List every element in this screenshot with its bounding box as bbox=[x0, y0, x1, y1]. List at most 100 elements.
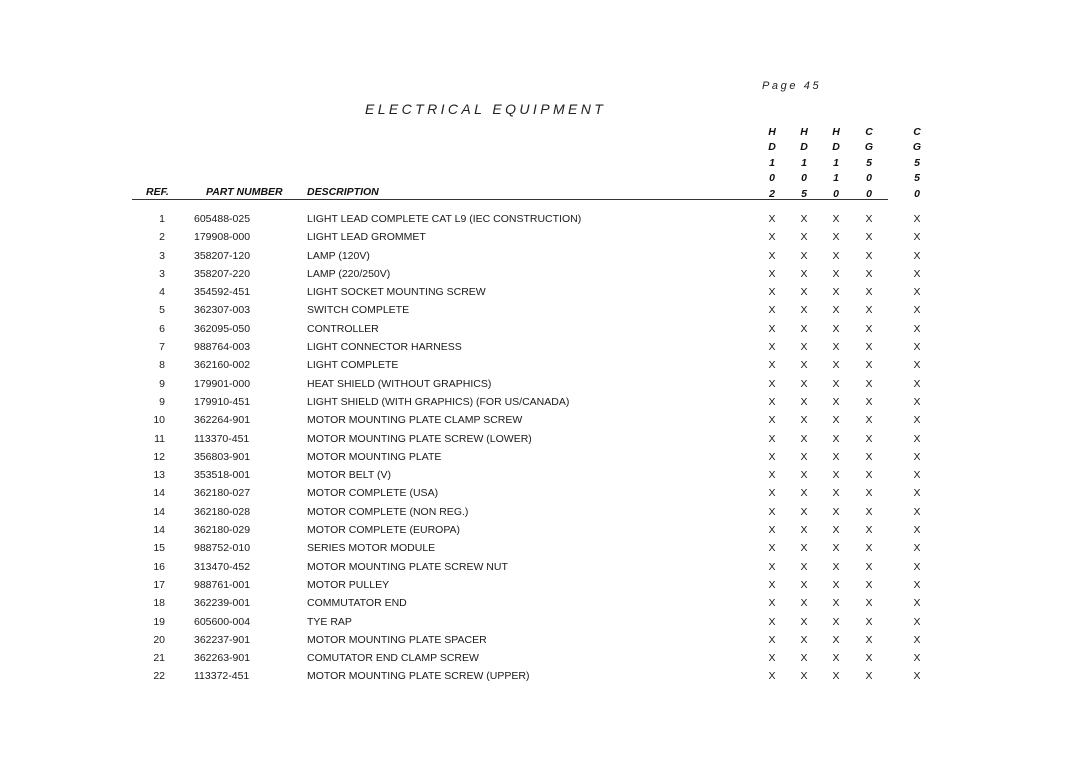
model-applicability-mark: X bbox=[800, 213, 808, 225]
ref-number: 3 bbox=[159, 249, 165, 262]
part-number: 362239-001 bbox=[194, 597, 251, 610]
part-description: LIGHT LEAD GROMMET bbox=[307, 231, 426, 244]
model-applicability-mark: X bbox=[832, 542, 840, 555]
model-applicability-mark: X bbox=[865, 542, 873, 555]
model-applicability-mark: X bbox=[832, 322, 840, 335]
part-number: 358207-120 bbox=[194, 249, 251, 262]
model-applicability-mark: X bbox=[832, 267, 840, 280]
part-description: LIGHT LEAD COMPLETE CAT L9 (IEC CONSTRUC… bbox=[307, 213, 582, 225]
model-applicability-mark: X bbox=[913, 414, 921, 427]
model-column-char: H bbox=[800, 126, 808, 138]
model-applicability-mark: X bbox=[832, 341, 840, 354]
model-applicability-mark: X bbox=[832, 395, 840, 408]
model-applicability-mark: X bbox=[768, 597, 776, 610]
model-applicability-mark: X bbox=[832, 231, 840, 244]
model-applicability-mark: X bbox=[913, 469, 921, 482]
model-applicability-mark: X bbox=[913, 267, 921, 280]
part-description: MOTOR MOUNTING PLATE SCREW (UPPER) bbox=[307, 670, 530, 683]
ref-number: 6 bbox=[159, 322, 165, 335]
model-applicability-mark: X bbox=[832, 469, 840, 482]
model-applicability-mark: X bbox=[865, 469, 873, 482]
model-applicability-mark: X bbox=[832, 652, 840, 665]
part-description: MOTOR COMPLETE (EUROPA) bbox=[307, 524, 461, 537]
model-applicability-mark: X bbox=[913, 450, 921, 463]
model-applicability-mark: X bbox=[800, 231, 808, 244]
table-row: 12 356803-901 MOTOR MOUNTING PLATE X X X X X bbox=[0, 450, 1080, 468]
header-divider bbox=[132, 199, 888, 200]
model-applicability-mark: X bbox=[865, 670, 873, 683]
model-applicability-mark: X bbox=[865, 341, 873, 354]
model-applicability-mark: X bbox=[913, 213, 921, 225]
ref-number: 17 bbox=[153, 578, 165, 591]
part-description: LIGHT CONNECTOR HARNESS bbox=[307, 341, 462, 354]
ref-number: 2 bbox=[159, 231, 165, 244]
table-row: 9 179901-000 HEAT SHIELD (WITHOUT GRAPHICS… bbox=[0, 377, 1080, 395]
ref-header: REF. bbox=[146, 186, 169, 198]
part-number: 988764-003 bbox=[194, 341, 251, 354]
model-applicability-mark: X bbox=[768, 542, 776, 555]
ref-number: 3 bbox=[159, 267, 165, 280]
model-applicability-mark: X bbox=[768, 213, 776, 225]
model-applicability-mark: X bbox=[865, 267, 873, 280]
model-applicability-mark: X bbox=[768, 322, 776, 335]
section-title: ELECTRICAL EQUIPMENT bbox=[365, 101, 607, 117]
model-applicability-mark: X bbox=[913, 615, 921, 628]
table-row: 5 362307-003 SWITCH COMPLETE X X X X X bbox=[0, 303, 1080, 321]
ref-number: 21 bbox=[153, 652, 165, 665]
model-applicability-mark: X bbox=[913, 304, 921, 317]
part-description: HEAT SHIELD (WITHOUT GRAPHICS) bbox=[307, 377, 492, 390]
table-row: 14 362180-029 MOTOR COMPLETE (EUROPA) X X X X X bbox=[0, 523, 1080, 541]
model-applicability-mark: X bbox=[768, 450, 776, 463]
model-applicability-mark: X bbox=[800, 505, 808, 518]
model-applicability-mark: X bbox=[800, 432, 808, 445]
model-applicability-mark: X bbox=[913, 505, 921, 518]
part-description: COMMUTATOR END bbox=[307, 597, 407, 610]
ref-number: 5 bbox=[159, 304, 165, 317]
table-row: 20 362237-901 MOTOR MOUNTING PLATE SPACER X… bbox=[0, 633, 1080, 651]
model-applicability-mark: X bbox=[800, 450, 808, 463]
part-description: LAMP (220/250V) bbox=[307, 267, 391, 280]
table-row: 1 605488-025 LIGHT LEAD COMPLETE CAT L9 (I… bbox=[0, 212, 1080, 230]
model-applicability-mark: X bbox=[768, 359, 776, 372]
part-number: 362307-003 bbox=[194, 304, 251, 317]
model-applicability-mark: X bbox=[768, 249, 776, 262]
ref-number: 22 bbox=[153, 670, 165, 683]
model-applicability-mark: X bbox=[800, 286, 808, 299]
ref-number: 14 bbox=[153, 487, 165, 500]
model-column-char: C bbox=[913, 126, 921, 138]
part-number: 362180-028 bbox=[194, 505, 251, 518]
part-number: 313470-452 bbox=[194, 560, 251, 573]
model-column-char: 1 bbox=[833, 156, 839, 169]
model-applicability-mark: X bbox=[865, 560, 873, 573]
part-description: MOTOR MOUNTING PLATE SCREW (LOWER) bbox=[307, 432, 532, 445]
model-applicability-mark: X bbox=[865, 304, 873, 317]
ref-number: 19 bbox=[153, 615, 165, 628]
ref-number: 7 bbox=[159, 341, 165, 354]
model-applicability-mark: X bbox=[800, 578, 808, 591]
ref-number: 16 bbox=[153, 560, 165, 573]
model-applicability-mark: X bbox=[768, 395, 776, 408]
model-applicability-mark: X bbox=[768, 524, 776, 537]
table-row: 21 362263-901 COMUTATOR END CLAMP SCREW X X X… bbox=[0, 651, 1080, 669]
model-applicability-mark: X bbox=[768, 341, 776, 354]
description-header: DESCRIPTION bbox=[307, 186, 379, 198]
model-applicability-mark: X bbox=[913, 322, 921, 335]
ref-number: 4 bbox=[159, 286, 165, 299]
model-column-header: HD110 bbox=[826, 125, 846, 202]
ref-number: 11 bbox=[154, 432, 165, 445]
model-applicability-mark: X bbox=[768, 414, 776, 427]
model-applicability-mark: X bbox=[768, 304, 776, 317]
model-applicability-mark: X bbox=[768, 432, 776, 445]
part-description: LAMP (120V) bbox=[307, 249, 370, 262]
model-applicability-mark: X bbox=[800, 267, 808, 280]
model-applicability-mark: X bbox=[913, 432, 921, 445]
model-applicability-mark: X bbox=[913, 670, 921, 683]
model-applicability-mark: X bbox=[832, 633, 840, 646]
table-row: 14 362180-027 MOTOR COMPLETE (USA) X X X X X bbox=[0, 486, 1080, 504]
model-column-header: CG 5 5 0 bbox=[907, 125, 927, 202]
part-number: 988761-001 bbox=[194, 578, 251, 591]
model-applicability-mark: X bbox=[865, 377, 873, 390]
model-column-char: 0 bbox=[769, 172, 775, 185]
model-applicability-mark: X bbox=[800, 524, 808, 537]
part-description: MOTOR MOUNTING PLATE CLAMP SCREW bbox=[307, 414, 523, 427]
